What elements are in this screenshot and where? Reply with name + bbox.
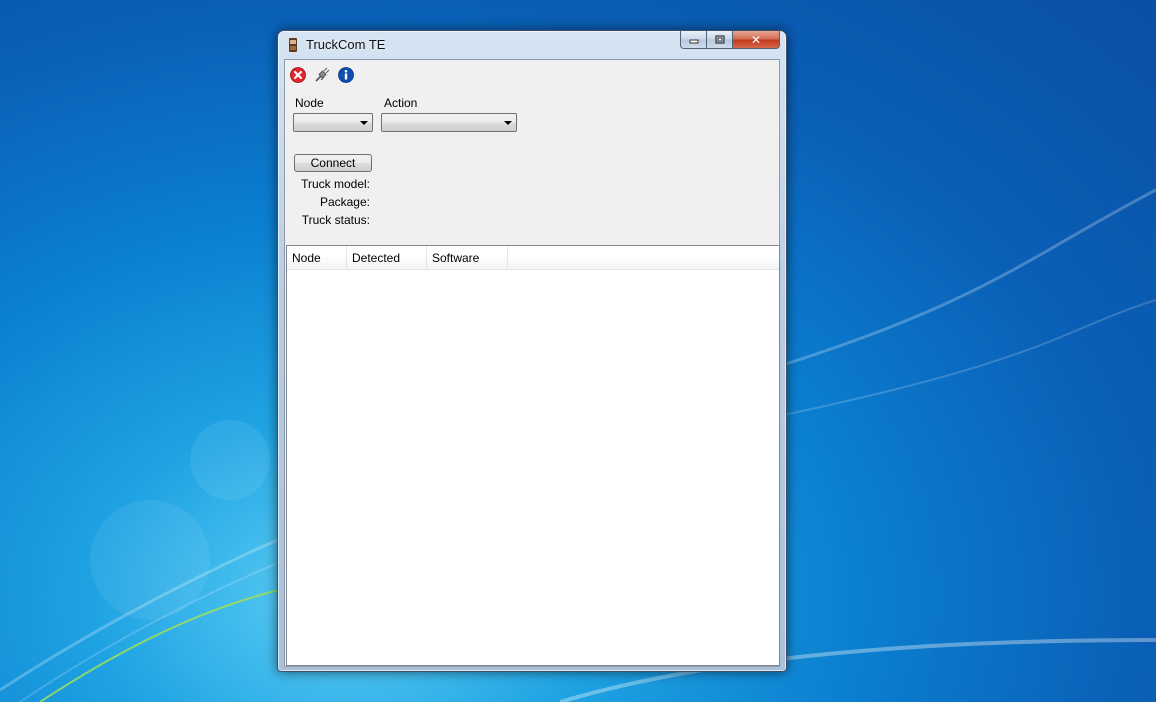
truck-model-label: Truck model: <box>301 177 370 191</box>
info-icon[interactable] <box>338 67 354 83</box>
connect-button[interactable]: Connect <box>294 154 372 172</box>
action-dropdown[interactable] <box>381 113 517 132</box>
client-area: Node Action Connect Truck model: Package… <box>284 59 780 667</box>
window-title: TruckCom TE <box>306 37 386 52</box>
column-header-software[interactable]: Software <box>427 246 508 269</box>
title-bar[interactable]: TruckCom TE ✕ <box>278 31 786 59</box>
connect-plug-icon[interactable] <box>314 67 330 83</box>
maximize-icon <box>714 35 725 44</box>
minimize-icon <box>689 39 698 43</box>
node-label: Node <box>295 96 324 110</box>
caption-buttons: ✕ <box>680 31 780 50</box>
action-label: Action <box>384 96 418 110</box>
chevron-down-icon <box>504 121 512 125</box>
maximize-button[interactable] <box>707 31 733 49</box>
package-label: Package: <box>319 195 370 209</box>
node-dropdown[interactable] <box>293 113 373 132</box>
node-list[interactable]: Node Detected Software <box>286 245 780 666</box>
close-red-icon[interactable] <box>290 67 306 83</box>
minimize-button[interactable] <box>680 31 707 49</box>
truckcom-window: TruckCom TE ✕ Node Action Connect Truck … <box>277 30 787 672</box>
close-button[interactable]: ✕ <box>733 31 780 49</box>
truck-status-label: Truck status: <box>301 213 370 227</box>
app-truck-icon <box>289 38 297 52</box>
column-header-detected[interactable]: Detected <box>347 246 427 269</box>
column-header-node[interactable]: Node <box>287 246 347 269</box>
close-icon: ✕ <box>750 32 762 47</box>
truck-info-labels: Truck model: Package: Truck status: <box>285 175 370 235</box>
chevron-down-icon <box>360 121 368 125</box>
toolbar <box>290 65 354 85</box>
list-header: Node Detected Software <box>287 246 779 270</box>
